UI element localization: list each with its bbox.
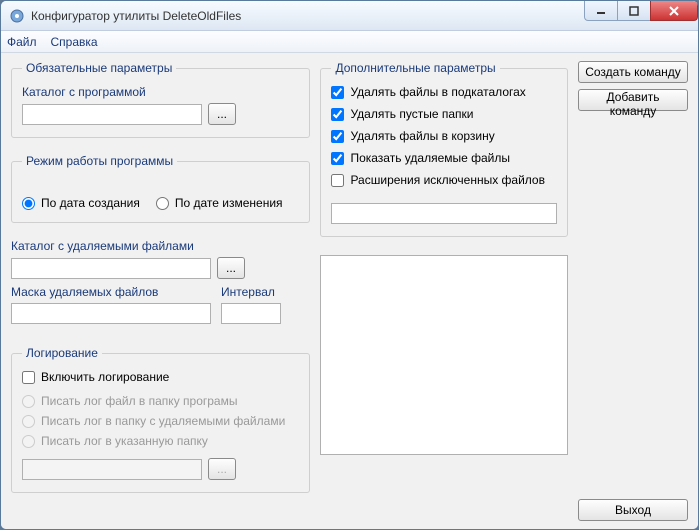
right-column: Создать команду Добавить команду Выход [578, 61, 688, 521]
add-command-button[interactable]: Добавить команду [578, 89, 688, 111]
log-to-custom-folder: Писать лог в указанную папку [22, 434, 299, 448]
middle-column: Дополнительные параметры Удалять файлы в… [320, 61, 568, 521]
mode-by-created[interactable]: По дата создания [22, 196, 140, 210]
opt-ext-excluded-checkbox[interactable] [331, 174, 344, 187]
mode-legend: Режим работы программы [22, 154, 177, 168]
delete-catalog-browse-button[interactable]: ... [217, 257, 245, 279]
interval-input[interactable] [221, 303, 281, 324]
opt-delete-subdirs[interactable]: Удалять файлы в подкаталогах [331, 85, 557, 99]
menu-bar: Файл Справка [1, 31, 698, 53]
left-column: Обязательные параметры Каталог с програм… [11, 61, 310, 521]
opt-delete-recycle-checkbox[interactable] [331, 130, 344, 143]
mode-by-modified[interactable]: По дате изменения [156, 196, 283, 210]
program-catalog-label: Каталог с программой [22, 85, 299, 99]
opt-delete-recycle[interactable]: Удалять файлы в корзину [331, 129, 557, 143]
app-icon [9, 8, 25, 24]
mode-by-modified-radio[interactable] [156, 197, 169, 210]
log-to-delete-folder: Писать лог в папку с удаляемыми файлами [22, 414, 299, 428]
logging-legend: Логирование [22, 346, 102, 360]
delete-catalog-input[interactable] [11, 258, 211, 279]
log-to-program-folder: Писать лог файл в папку програмы [22, 394, 299, 408]
opt-delete-subdirs-checkbox[interactable] [331, 86, 344, 99]
program-catalog-input[interactable] [22, 104, 202, 125]
app-window: Конфигуратор утилиты DeleteOldFiles Файл… [0, 0, 699, 530]
menu-help[interactable]: Справка [51, 35, 98, 49]
log-opt3-radio [22, 435, 35, 448]
menu-file[interactable]: Файл [7, 35, 37, 49]
opt-show-deleted[interactable]: Показать удаляемые файлы [331, 151, 557, 165]
opt-show-deleted-checkbox[interactable] [331, 152, 344, 165]
create-command-button[interactable]: Создать команду [578, 61, 688, 83]
mandatory-legend: Обязательные параметры [22, 61, 176, 75]
minimize-button[interactable] [584, 1, 618, 21]
opt-delete-empty[interactable]: Удалять пустые папки [331, 107, 557, 121]
mask-input[interactable] [11, 303, 211, 324]
mode-group: Режим работы программы По дата создания … [11, 154, 310, 223]
title-bar: Конфигуратор утилиты DeleteOldFiles [1, 1, 698, 31]
close-button[interactable] [650, 1, 698, 21]
enable-logging[interactable]: Включить логирование [22, 370, 299, 384]
enable-logging-checkbox[interactable] [22, 371, 35, 384]
mode-by-created-radio[interactable] [22, 197, 35, 210]
exit-button[interactable]: Выход [578, 499, 688, 521]
delete-catalog-label: Каталог с удаляемыми файлами [11, 239, 310, 253]
mask-label: Маска удаляемых файлов [11, 285, 211, 299]
opt-ext-excluded[interactable]: Расширения исключенных файлов [331, 173, 557, 187]
delete-files-section: Каталог с удаляемыми файлами ... Маска у… [11, 239, 310, 330]
interval-label: Интервал [221, 285, 281, 299]
output-textarea[interactable] [320, 255, 568, 455]
client-area: Обязательные параметры Каталог с програм… [1, 53, 698, 529]
maximize-button[interactable] [617, 1, 651, 21]
program-catalog-browse-button[interactable]: ... [208, 103, 236, 125]
log-path-input [22, 459, 202, 480]
log-path-browse-button: ... [208, 458, 236, 480]
mandatory-group: Обязательные параметры Каталог с програм… [11, 61, 310, 138]
window-title: Конфигуратор утилиты DeleteOldFiles [31, 9, 585, 23]
log-opt2-radio [22, 415, 35, 428]
log-opt1-radio [22, 395, 35, 408]
optional-legend: Дополнительные параметры [331, 61, 499, 75]
optional-group: Дополнительные параметры Удалять файлы в… [320, 61, 568, 237]
window-controls [585, 1, 698, 30]
ext-excluded-input[interactable] [331, 203, 557, 224]
logging-group: Логирование Включить логирование Писать … [11, 346, 310, 493]
opt-delete-empty-checkbox[interactable] [331, 108, 344, 121]
